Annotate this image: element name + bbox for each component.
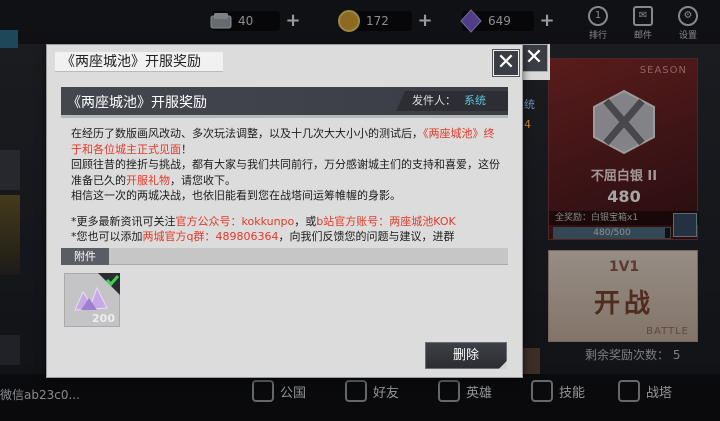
attachment-label: 附件 xyxy=(61,248,109,265)
back-dialog-sender: 统 xyxy=(524,98,535,111)
mail-paragraph-3: 相信这一次的两城决战，也依旧能看到您在战塔间运筹帷幄的身影。 xyxy=(71,189,401,202)
back-dialog-close-icon[interactable]: ✕ xyxy=(520,44,548,72)
mail-text: ，请您收下。 xyxy=(170,173,236,187)
sender-box: 发件人： 系统 xyxy=(396,91,508,111)
mail-text: ，或 xyxy=(294,214,317,228)
mail-text: *更多最新资讯可关注 xyxy=(71,214,176,228)
wechat-account-link[interactable]: 官方公众号：kokkunpo xyxy=(176,215,295,228)
mail-body: 在经历了数版画风改动、多次玩法调整，以及十几次大大小小的测试后，《两座城池》终于… xyxy=(71,126,501,245)
back-dialog-number: 4 xyxy=(524,118,531,131)
mail-text: ！ xyxy=(181,142,192,156)
attachment-quantity: 200 xyxy=(92,312,115,325)
mail-text: *您也可以添加 xyxy=(71,230,143,243)
mail-title: 《两座城池》开服奖励 xyxy=(67,95,207,111)
mail-paragraph-1: 在经历了数版画风改动、多次玩法调整，以及十几次大大小小的测试后，《两座城池》终于… xyxy=(71,126,501,157)
sender-name: 系统 xyxy=(464,94,486,107)
mail-header: 《两座城池》开服奖励 发件人： 系统 xyxy=(61,87,508,115)
qq-group-link[interactable]: 两城官方q群：489806364 xyxy=(143,230,279,243)
mail-paragraph-2: 回顾往昔的挫折与挑战，都有大家与我们共同前行，万分感谢城主们的支持和喜爱，这份准… xyxy=(71,157,501,188)
mail-spacer xyxy=(71,204,501,214)
mail-dialog: 《两座城池》开服奖励 ✕ 《两座城池》开服奖励 发件人： 系统 在经历了数版画风改… xyxy=(46,44,523,378)
delete-button[interactable]: 删除 xyxy=(425,342,507,369)
bilibili-account-link[interactable]: b站官方账号：两座城池KOK xyxy=(316,215,455,228)
sender-label: 发件人： xyxy=(412,94,456,107)
mail-paragraph-5: *您也可以添加两城官方q群：489806364，向我们反馈您的问题与建议，进群 xyxy=(71,229,501,245)
attachment-item[interactable]: 200 xyxy=(64,273,120,327)
mail-text: ，向我们反馈您的问题与建议，进群 xyxy=(278,230,455,243)
attachment-bar: 附件 xyxy=(61,248,508,265)
mail-text: 在经历了数版画风改动、多次玩法调整，以及十几次大大小小的测试后， xyxy=(71,127,423,140)
dialog-title: 《两座城池》开服奖励 xyxy=(55,52,223,72)
claimed-check-icon xyxy=(98,273,120,295)
mail-paragraph-4: *更多最新资讯可关注官方公众号：kokkunpo，或b站官方账号：两座城池KOK xyxy=(71,214,501,230)
close-icon[interactable]: ✕ xyxy=(492,49,520,77)
mail-highlight: 开服礼物 xyxy=(126,173,170,187)
mail-header-divider xyxy=(61,115,508,118)
